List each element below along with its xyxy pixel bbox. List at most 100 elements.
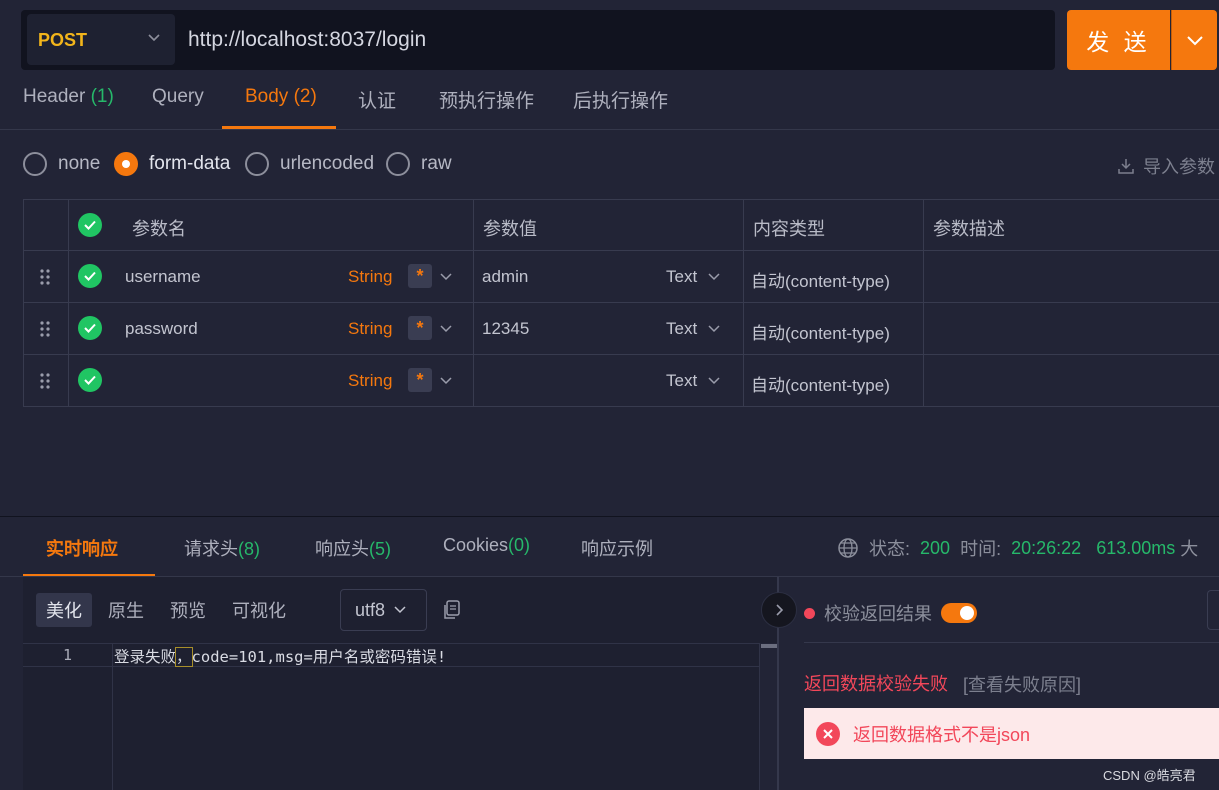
table-col-divider — [473, 199, 474, 407]
content-type-input[interactable]: 自动(content-type) — [751, 267, 890, 292]
response-time: 20:26:22 — [1011, 537, 1082, 558]
tab-header[interactable]: Header (1) — [23, 86, 114, 110]
check-icon — [84, 271, 96, 281]
url-bar — [21, 10, 1055, 70]
view-raw-button[interactable]: 原生 — [98, 593, 154, 627]
chevron-right-icon — [776, 604, 784, 616]
chevron-down-icon — [708, 377, 720, 385]
table-row-divider — [23, 250, 1219, 251]
chevron-down-icon[interactable] — [439, 324, 453, 334]
response-body-text[interactable]: 登录失败，code=101,msg=用户名或密码错误! — [114, 645, 446, 667]
divider — [804, 642, 1219, 643]
radio-urlencoded[interactable]: urlencoded — [245, 152, 374, 176]
radio-circle — [386, 152, 410, 176]
table-row-divider — [23, 354, 1219, 355]
param-name-input[interactable]: username — [125, 267, 201, 287]
header-param-value: 参数值 — [483, 219, 537, 239]
select-all-checkbox[interactable] — [78, 213, 102, 237]
param-value-input[interactable]: admin — [482, 267, 528, 287]
status-dot — [804, 607, 815, 619]
table-col-divider — [923, 199, 924, 407]
url-input[interactable]: http://localhost:8037/login — [188, 28, 426, 52]
radio-none[interactable]: none — [23, 152, 100, 176]
view-fail-reason-link[interactable]: [查看失败原因] — [963, 671, 1081, 697]
chevron-down-icon — [708, 325, 720, 333]
radio-raw[interactable]: raw — [386, 152, 452, 176]
encoding-select[interactable]: utf8 — [340, 589, 427, 631]
required-toggle[interactable]: * — [408, 264, 432, 288]
chevron-down-icon[interactable] — [439, 376, 453, 386]
tab-request-headers[interactable]: 请求头(8) — [184, 535, 260, 561]
chevron-down-icon — [394, 606, 406, 614]
content-type-input[interactable]: 自动(content-type) — [751, 371, 890, 396]
send-button[interactable]: 发 送 — [1067, 10, 1170, 70]
copy-icon[interactable] — [442, 599, 462, 621]
divider — [0, 129, 1219, 130]
chevron-down-icon — [708, 273, 720, 281]
line-number: 1 — [63, 646, 73, 664]
scrollbar-thumb[interactable] — [761, 644, 777, 648]
error-alert: 返回数据格式不是json — [804, 708, 1219, 759]
header-param-desc: 参数描述 — [933, 219, 1005, 239]
error-icon — [816, 721, 840, 746]
response-duration: 613.00ms — [1096, 537, 1176, 558]
verify-result-row: 校验返回结果 — [804, 600, 977, 626]
row-checkbox[interactable] — [78, 316, 102, 340]
drag-handle-icon[interactable] — [39, 268, 51, 286]
row-checkbox[interactable] — [78, 264, 102, 288]
check-icon — [84, 375, 96, 385]
header-content-type: 内容类型 — [753, 219, 825, 239]
tab-body[interactable]: Body (2) — [245, 86, 317, 110]
param-value-input[interactable]: 12345 — [482, 319, 529, 339]
view-visualize-button[interactable]: 可视化 — [222, 593, 296, 627]
tab-query[interactable]: Query — [152, 86, 204, 110]
verify-toggle[interactable] — [941, 603, 977, 623]
close-icon — [823, 728, 833, 739]
param-type-select[interactable]: String — [348, 267, 392, 287]
value-type-select[interactable]: Text — [666, 267, 721, 287]
globe-icon[interactable] — [837, 537, 859, 559]
tab-cookies[interactable]: Cookies(0) — [443, 535, 530, 556]
verify-fail-title: 返回数据校验失败 — [804, 674, 948, 694]
import-params-button[interactable]: 导入参数 — [1117, 153, 1215, 179]
collapse-pane-button[interactable] — [761, 592, 797, 628]
view-preview-button[interactable]: 预览 — [160, 593, 216, 627]
radio-circle — [245, 152, 269, 176]
param-type-select[interactable]: String — [348, 319, 392, 339]
tab-live-response[interactable]: 实时响应 — [46, 535, 118, 561]
value-type-select[interactable]: Text — [666, 319, 721, 339]
tab-response-headers[interactable]: 响应头(5) — [315, 535, 391, 561]
drag-handle-icon[interactable] — [39, 372, 51, 390]
radio-form-data[interactable]: form-data — [114, 152, 230, 176]
header-param-name: 参数名 — [132, 219, 186, 239]
params-table — [23, 199, 1219, 407]
value-type-select[interactable]: Text — [666, 371, 721, 391]
tab-auth[interactable]: 认证 — [358, 86, 396, 112]
chevron-down-icon — [1186, 36, 1203, 46]
table-row-divider — [23, 302, 1219, 303]
tab-response-examples[interactable]: 响应示例 — [581, 535, 653, 561]
send-dropdown-button[interactable] — [1171, 10, 1217, 70]
view-pretty-button[interactable]: 美化 — [36, 593, 92, 627]
row-checkbox[interactable] — [78, 368, 102, 392]
tab-pre-script[interactable]: 预执行操作 — [439, 86, 534, 112]
radio-circle — [23, 152, 47, 176]
chevron-down-icon[interactable] — [439, 272, 453, 282]
method-label: POST — [38, 30, 88, 50]
watermark: CSDN @皓亮君 — [1103, 768, 1196, 783]
param-type-select[interactable]: String — [348, 371, 392, 391]
vertical-scrollbar[interactable] — [759, 643, 777, 790]
tab-post-script[interactable]: 后执行操作 — [573, 86, 668, 112]
response-status-bar: 状态: 200 时间: 20:26:22 613.00ms 大 — [837, 535, 1198, 561]
gutter-divider — [112, 643, 113, 790]
required-toggle[interactable]: * — [408, 316, 432, 340]
check-icon — [84, 323, 96, 333]
required-toggle[interactable]: * — [408, 368, 432, 392]
table-col-divider — [68, 199, 69, 407]
drag-handle-icon[interactable] — [39, 320, 51, 338]
param-name-input[interactable]: password — [125, 319, 198, 339]
content-type-input[interactable]: 自动(content-type) — [751, 319, 890, 344]
import-icon — [1118, 159, 1134, 174]
truncated-control[interactable] — [1207, 590, 1219, 630]
radio-circle-selected — [114, 152, 138, 176]
